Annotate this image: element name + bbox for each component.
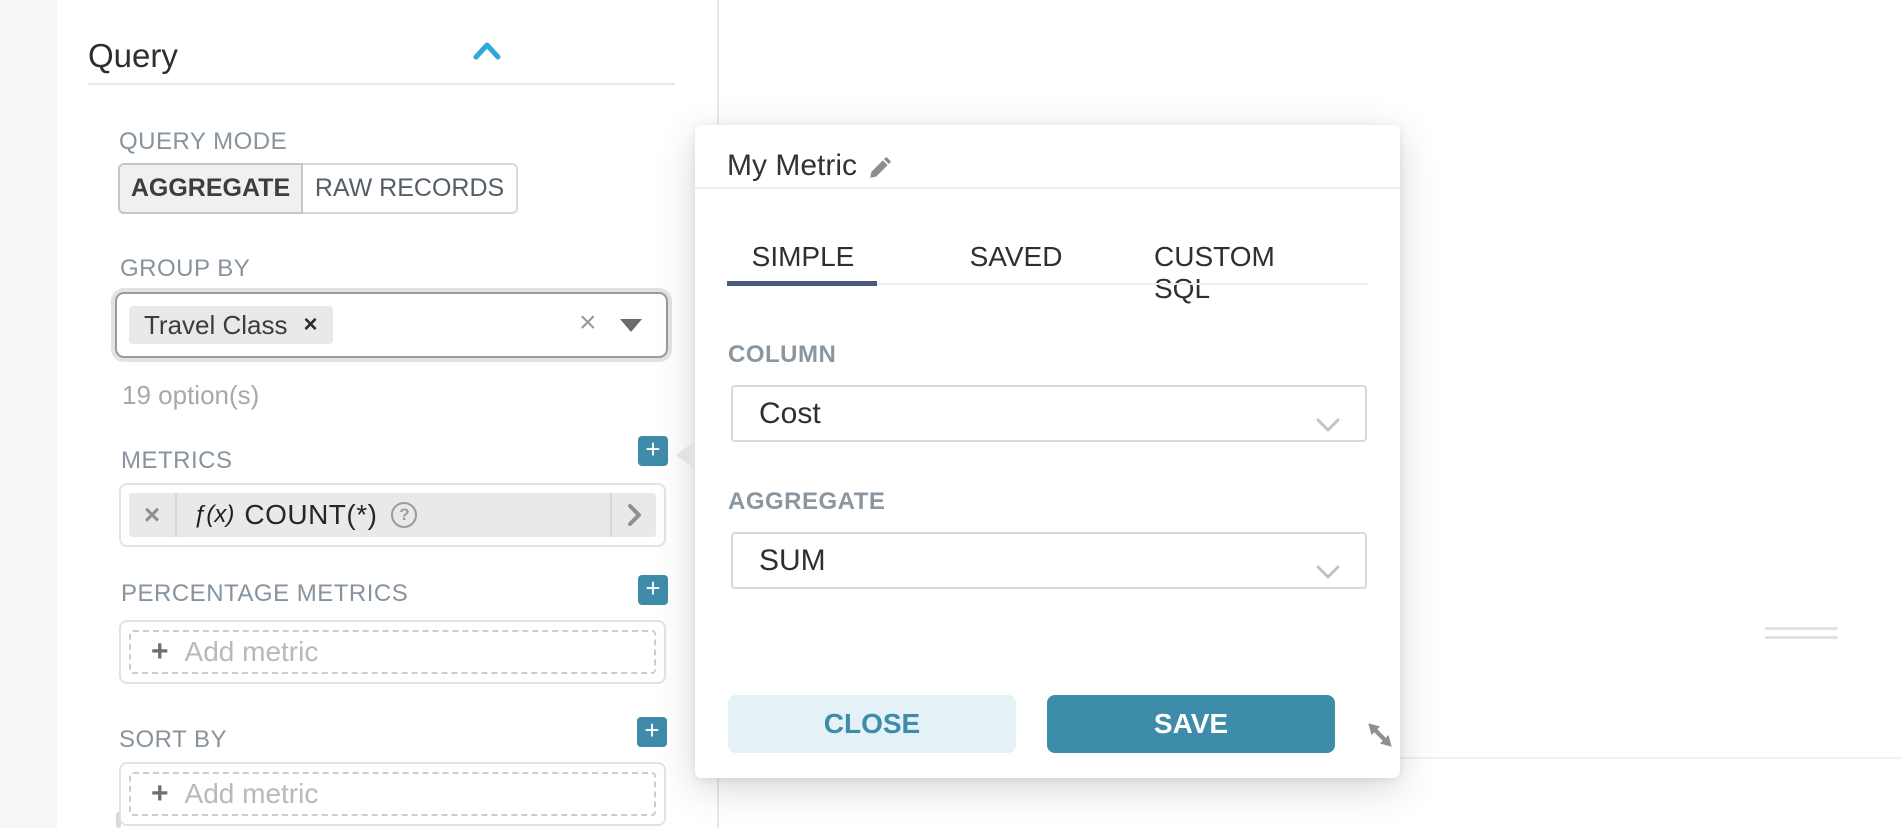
explore-view: Query QUERY MODE AGGREGATE RAW RECORDS G… [0,0,1902,828]
popover-header-divider [695,187,1400,189]
chart-resize-handle-line[interactable] [1765,627,1838,630]
popover-title: My Metric [727,149,857,183]
metrics-label: METRICS [121,447,233,475]
collapse-section-button[interactable] [472,40,502,64]
chevron-down-icon [1315,407,1341,441]
tab-simple[interactable]: SIMPLE [752,241,855,273]
add-sort-metric-button[interactable]: + [637,717,667,747]
collapsed-left-gutter [0,0,57,828]
close-button[interactable]: CLOSE [728,695,1016,753]
metric-remove-icon[interactable]: × [129,499,175,531]
add-metric-dropzone[interactable]: + Add metric [129,630,656,674]
sort-by-label: SORT BY [119,726,227,754]
percentage-metrics-label: PERCENTAGE METRICS [121,580,408,608]
metric-pill-label: COUNT(*) [244,499,377,531]
tab-custom-sql[interactable]: CUSTOM SQL [1154,241,1318,305]
section-divider [88,83,675,85]
metric-pill[interactable]: × ƒ(x) COUNT(*) ? [129,493,656,537]
chevron-right-icon [626,503,642,527]
aggregate-select[interactable]: SUM [731,532,1367,589]
add-metric-placeholder: Add metric [185,778,319,810]
aggregate-select-value: SUM [759,544,826,578]
column-select-value: Cost [759,397,821,431]
chevron-down-icon [1315,554,1341,588]
group-by-options-hint: 19 option(s) [122,380,259,411]
group-by-label: GROUP BY [120,255,250,283]
add-metric-button[interactable]: + [638,436,668,466]
column-label: COLUMN [728,341,836,369]
select-caret-icon[interactable] [620,319,642,332]
edit-title-pencil-icon[interactable] [867,154,894,186]
metric-edit-popover: My Metric SIMPLE SAVED CUSTOM SQL COLUMN… [695,125,1400,778]
chart-resize-handle-line[interactable] [1765,636,1838,639]
query-mode-label: QUERY MODE [119,128,287,156]
group-by-select[interactable]: Travel Class × × [115,292,668,358]
aggregate-label: AGGREGATE [728,488,885,516]
add-percentage-metric-button[interactable]: + [638,575,668,605]
active-tab-indicator [727,281,877,286]
popover-arrow [676,441,695,469]
query-mode-raw-records-button[interactable]: RAW RECORDS [303,163,518,214]
plus-icon: + [151,637,169,667]
tag-remove-icon[interactable]: × [304,311,318,339]
plus-icon: + [151,779,169,809]
query-mode-toggle: AGGREGATE RAW RECORDS [118,163,518,214]
select-clear-icon[interactable]: × [579,306,597,340]
group-by-tag[interactable]: Travel Class × [129,306,333,344]
add-metric-dropzone[interactable]: + Add metric [129,772,656,816]
save-button[interactable]: SAVE [1047,695,1335,753]
column-select[interactable]: Cost [731,385,1367,442]
function-icon: ƒ(x) [193,501,234,529]
query-mode-aggregate-button[interactable]: AGGREGATE [118,163,303,214]
metric-expand-chevron[interactable] [612,503,656,527]
tab-saved[interactable]: SAVED [970,241,1063,273]
metrics-field: × ƒ(x) COUNT(*) ? [119,483,666,547]
chevron-up-icon [472,40,502,64]
diagonal-resize-icon [1363,718,1397,752]
pill-divider [175,493,177,537]
sort-by-field: + Add metric [119,762,666,826]
help-icon[interactable]: ? [391,502,417,528]
group-by-tag-label: Travel Class [144,310,288,341]
popover-resize-handle[interactable] [1363,718,1397,752]
percentage-metrics-field: + Add metric [119,620,666,684]
tab-bar-divider [877,283,1368,285]
add-metric-placeholder: Add metric [185,636,319,668]
query-section-title: Query [88,37,178,75]
